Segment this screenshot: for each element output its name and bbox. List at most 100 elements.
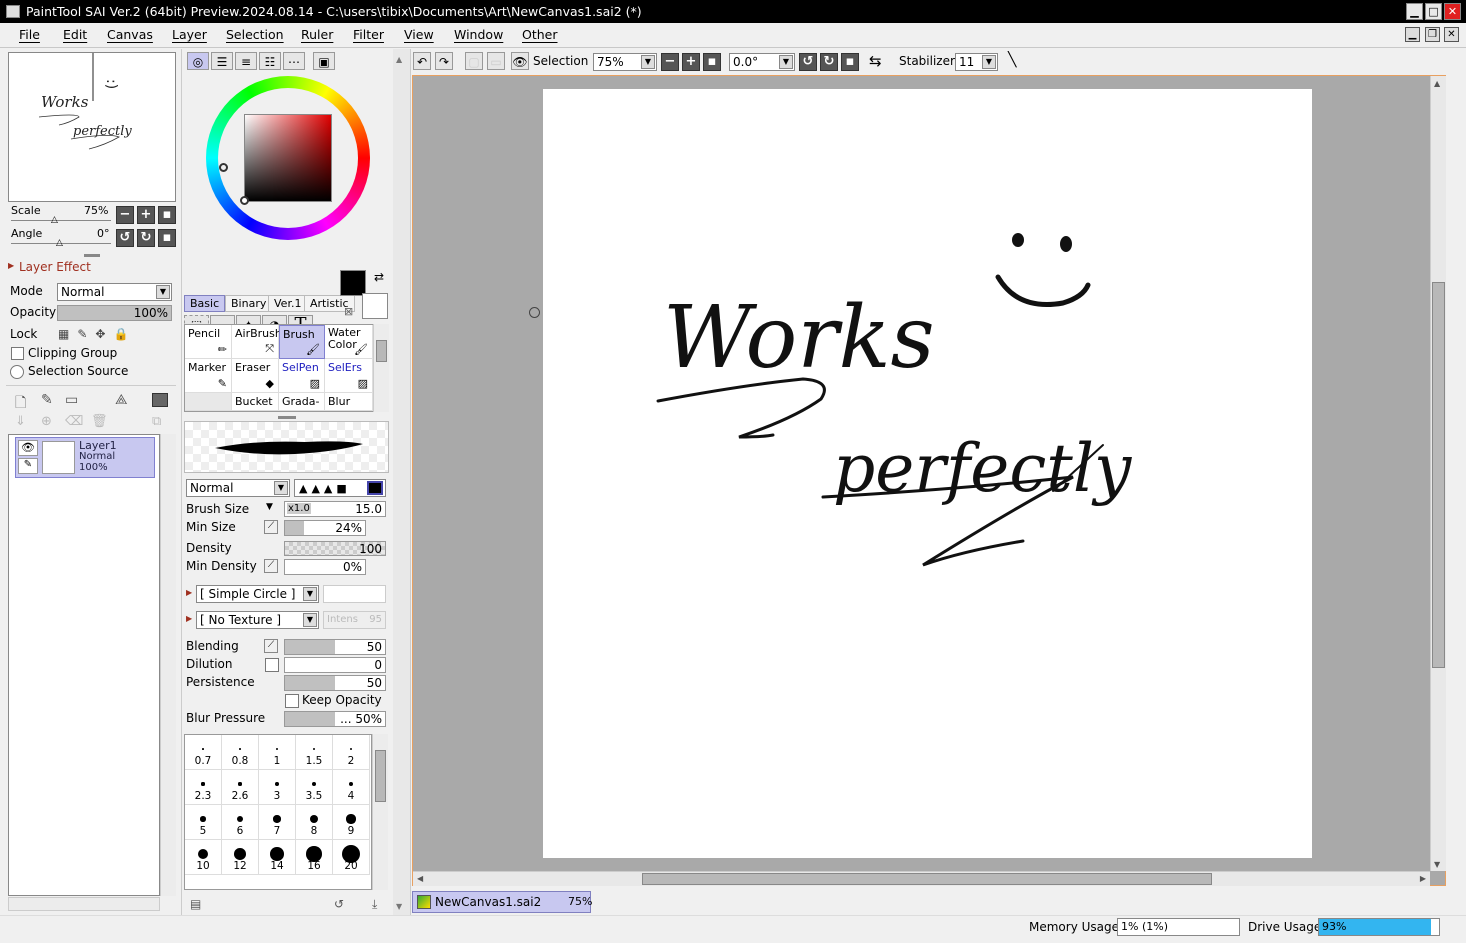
stabilizer-select[interactable]: 11 ▼ [955,53,998,71]
hue-handle[interactable] [219,163,228,172]
tool-watercolor[interactable]: Water Color 🖌 [325,325,373,359]
line-mode-icon[interactable]: ╲ [1008,52,1016,68]
close-button[interactable]: ✕ [1444,3,1461,20]
canvas-hscrollbar[interactable]: ◀ ▶ [413,871,1430,886]
scale-slider-handle[interactable]: △ [51,215,58,225]
menu-layer[interactable]: Layer [172,27,207,42]
tool-selers[interactable]: SelErs ▨ [325,359,373,393]
brush-size-preset[interactable]: 5 [185,805,222,840]
scale-slider[interactable] [11,220,111,221]
new-layer-icon[interactable]: 🗋 [15,392,26,416]
navigator-preview[interactable]: Works perfectly :) [8,52,176,202]
persistence-slider[interactable]: 50 [284,675,386,691]
secondary-color-swatch[interactable] [362,293,388,319]
brush-size-preset[interactable]: 0.8 [222,735,259,770]
tool-brush[interactable]: Brush 🖌 [279,325,325,359]
layer-list-scrollbar[interactable] [160,434,176,896]
mdi-restore-button[interactable]: ❐ [1425,27,1440,42]
layer-mask-icon[interactable] [152,393,168,407]
swap-colors-icon[interactable]: ⇄ [374,270,384,284]
angle-slider-handle[interactable]: △ [56,238,63,248]
brush-tip-shapes[interactable]: ▲▲▲■ [294,479,386,497]
eye-icon[interactable]: 👁 [18,440,38,456]
zoom-in-button[interactable]: + [137,206,155,224]
menu-window[interactable]: Window [454,27,503,42]
brush-blend-select[interactable]: Normal ▼ [186,479,290,497]
redo-button[interactable]: ↷ [435,52,453,70]
maximize-button[interactable]: □ [1425,3,1442,20]
tool-list-scrollbar[interactable] [373,324,389,412]
pressure-toggle-icon[interactable]: ⟋ [264,520,278,534]
color-wheel-mode-icon[interactable]: ◎ [187,52,209,70]
lock-icons[interactable]: ▦✎✥🔒 [58,327,136,341]
brush-size-preset[interactable]: 3 [259,770,296,805]
menu-selection[interactable]: Selection [226,27,284,42]
tool-blur[interactable]: Blur [325,393,373,411]
canvas-vscrollbar[interactable]: ▲ ▼ [1430,76,1446,871]
tab-ver1[interactable]: Ver.1 [268,295,308,312]
side-collapse-bar[interactable]: ▲ ▼ [393,49,411,915]
panel-splitter[interactable] [84,254,100,257]
selection-visibility-icon[interactable]: 👁 [511,52,529,70]
brush-size-preset[interactable]: 8 [296,805,333,840]
toolbar-rotate-reset-button[interactable]: ▪ [841,53,859,71]
brush-size-preset[interactable]: 4 [333,770,370,805]
dilution-checkbox[interactable] [265,658,279,672]
tool-eraser[interactable]: Eraser ◆ [232,359,279,393]
brush-size-preset[interactable]: 9 [333,805,370,840]
menu-edit[interactable]: Edit [63,27,87,42]
clipping-group-checkbox[interactable] [11,347,24,360]
hue-ring[interactable] [206,76,370,240]
rotation-select[interactable]: 0.0° ▼ [729,53,795,71]
menu-file[interactable]: File [19,27,40,42]
brush-size-dropdown-icon[interactable]: ▼ [266,502,273,512]
brush-size-scrollbar[interactable] [372,734,388,890]
rgb-slider-icon[interactable]: ☰ [211,52,233,70]
tool-pencil[interactable]: Pencil ✏ [185,325,232,359]
tool-marker[interactable]: Marker ✎ [185,359,232,393]
blending-slider[interactable]: 50 [284,639,386,655]
toolbar-zoom-out-button[interactable]: − [661,53,679,71]
brush-size-preset[interactable]: 2 [333,735,370,770]
menu-ruler[interactable]: Ruler [301,27,333,42]
brush-icon[interactable]: ✎ [18,458,38,474]
brush-size-preset[interactable]: 12 [222,840,259,875]
swatches-icon[interactable]: ⋯ [283,52,305,70]
brush-size-preset[interactable]: 10 [185,840,222,875]
brush-reset-icon[interactable]: ↺ [334,897,344,911]
tool-splitter[interactable] [278,416,296,419]
scratchpad-icon[interactable]: ▣ [313,52,335,70]
brush-size-preset[interactable]: 14 [259,840,296,875]
brush-size-slider[interactable]: x1.0 15.0 [284,501,386,517]
undo-button[interactable]: ↶ [413,52,431,70]
toolbar-rotate-ccw-button[interactable]: ↺ [799,53,817,71]
brush-size-preset[interactable]: 2.6 [222,770,259,805]
minimize-button[interactable]: ▁ [1406,3,1423,20]
mdi-close-button[interactable]: ✕ [1444,27,1459,42]
brush-size-preset[interactable]: 1 [259,735,296,770]
zoom-reset-button[interactable]: ▪ [158,206,176,224]
layer-options-icon[interactable]: ⟁ [115,392,128,408]
tool-gradation[interactable]: Grada- [279,393,325,411]
brush-size-preset[interactable]: 1.5 [296,735,333,770]
density-pressure-icon[interactable]: ⟋ [264,559,278,573]
layer-row[interactable]: 👁 ✎ Layer1 Normal 100% [15,437,155,478]
toolbar-rotate-cw-button[interactable]: ↻ [820,53,838,71]
texture-expand-icon[interactable]: ▶ [186,614,192,623]
rotate-ccw-button[interactable]: ↺ [116,229,134,247]
zoom-select[interactable]: 75% ▼ [593,53,657,71]
brush-settings-icon[interactable]: ▤ [190,897,201,911]
brush-size-preset[interactable]: 0.7 [185,735,222,770]
tool-airbrush[interactable]: AirBrush ⤧ [232,325,282,359]
brush-texture-select[interactable]: [ No Texture ] ▼ [196,611,319,629]
min-size-slider[interactable]: 24% [284,520,366,536]
density-slider[interactable]: 100 [284,541,386,556]
brush-size-preset[interactable]: 16 [296,840,333,875]
menu-view[interactable]: View [404,27,434,42]
brush-size-preset[interactable]: 3.5 [296,770,333,805]
flip-horizontal-icon[interactable]: ⇆ [869,52,882,70]
brush-size-preset[interactable]: 2.3 [185,770,222,805]
min-density-slider[interactable]: 0% [284,559,366,575]
tab-binary[interactable]: Binary [225,295,273,312]
rotate-cw-button[interactable]: ↻ [137,229,155,247]
